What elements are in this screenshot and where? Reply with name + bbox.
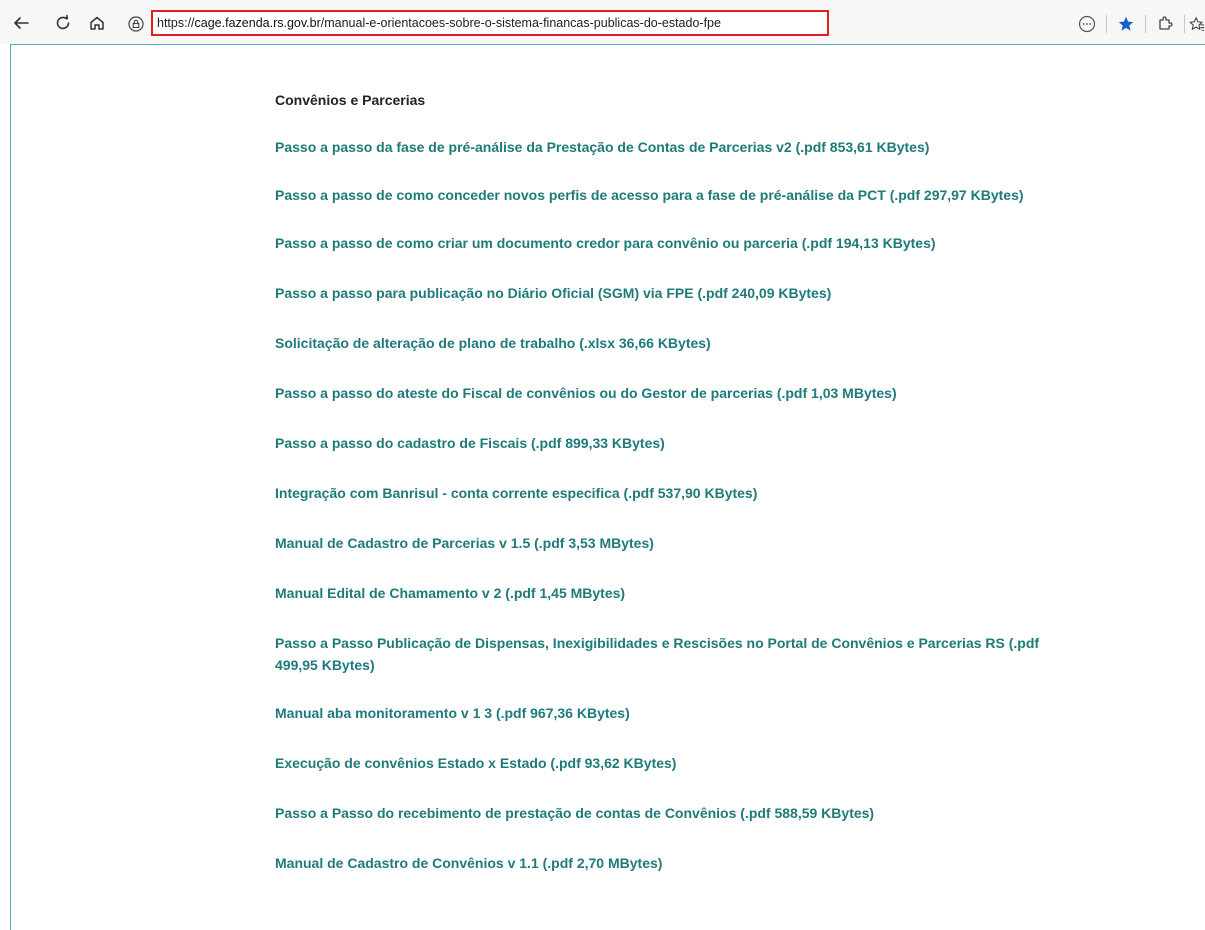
more-icon[interactable]	[1074, 12, 1100, 36]
url-field[interactable]: https://cage.fazenda.rs.gov.br/manual-e-…	[151, 10, 829, 36]
document-link-1[interactable]: Passo a passo da fase de pré-análise da …	[275, 136, 1055, 158]
list-item: Manual de Cadastro de Parcerias v 1.5 (.…	[275, 532, 1055, 554]
list-item: Solicitação de alteração de plano de tra…	[275, 332, 1055, 354]
list-item: Passo a passo da fase de pré-análise da …	[275, 136, 1055, 158]
url-path: /manual-e-orientacoes-sobre-o-sistema-fi…	[320, 16, 721, 30]
extensions-icon[interactable]	[1152, 12, 1178, 36]
document-link-14[interactable]: Passo a Passo do recebimento de prestaçã…	[275, 802, 1055, 824]
document-link-9[interactable]: Manual de Cadastro de Parcerias v 1.5 (.…	[275, 532, 1055, 554]
toolbar-separator	[1145, 15, 1146, 33]
document-link-15[interactable]: Manual de Cadastro de Convênios v 1.1 (.…	[275, 852, 1055, 874]
document-link-7[interactable]: Passo a passo do cadastro de Fiscais (.p…	[275, 432, 1055, 454]
back-arrow-icon[interactable]	[8, 10, 34, 36]
address-bar[interactable]	[126, 12, 150, 36]
home-icon[interactable]	[84, 10, 110, 36]
page-content: Convênios e Parcerias Passo a passo da f…	[275, 90, 1055, 874]
document-link-10[interactable]: Manual Edital de Chamamento v 2 (.pdf 1,…	[275, 582, 1055, 604]
url-prefix: https://	[157, 16, 195, 30]
refresh-icon[interactable]	[50, 10, 76, 36]
list-item: Passo a passo para publicação no Diário …	[275, 282, 1055, 304]
document-link-12[interactable]: Manual aba monitoramento v 1 3 (.pdf 967…	[275, 702, 1055, 724]
section-title: Convênios e Parcerias	[275, 92, 426, 108]
document-link-13[interactable]: Execução de convênios Estado x Estado (.…	[275, 752, 1055, 774]
list-item: Manual aba monitoramento v 1 3 (.pdf 967…	[275, 702, 1055, 724]
list-item: Execução de convênios Estado x Estado (.…	[275, 752, 1055, 774]
list-item: Manual de Cadastro de Convênios v 1.1 (.…	[275, 852, 1055, 874]
document-link-list: Passo a passo da fase de pré-análise da …	[275, 136, 1055, 874]
favorites-icon[interactable]	[1189, 12, 1205, 36]
document-link-3[interactable]: Passo a passo de como criar um documento…	[275, 232, 1055, 254]
browser-toolbar: https://cage.fazenda.rs.gov.br/manual-e-…	[0, 0, 1205, 44]
toolbar-right	[1068, 12, 1205, 36]
site-info-icon[interactable]	[126, 14, 146, 34]
url-text: https://cage.fazenda.rs.gov.br/manual-e-…	[157, 16, 721, 30]
toolbar-separator	[1184, 15, 1185, 33]
document-link-4[interactable]: Passo a passo para publicação no Diário …	[275, 282, 1055, 304]
favorite-star-icon[interactable]	[1113, 12, 1139, 36]
list-item: Passo a passo do ateste do Fiscal de con…	[275, 382, 1055, 404]
list-item: Passo a passo do cadastro de Fiscais (.p…	[275, 432, 1055, 454]
list-item: Passo a Passo do recebimento de prestaçã…	[275, 802, 1055, 824]
list-item: Integração com Banrisul - conta corrente…	[275, 482, 1055, 504]
document-link-2[interactable]: Passo a passo de como conceder novos per…	[275, 184, 1055, 206]
list-item: Passo a passo de como criar um documento…	[275, 232, 1055, 254]
document-link-11[interactable]: Passo a Passo Publicação de Dispensas, I…	[275, 632, 1055, 676]
document-link-8[interactable]: Integração com Banrisul - conta corrente…	[275, 482, 1055, 504]
list-item: Passo a Passo Publicação de Dispensas, I…	[275, 632, 1055, 676]
document-link-6[interactable]: Passo a passo do ateste do Fiscal de con…	[275, 382, 1055, 404]
url-host: cage.fazenda.rs.gov.br	[194, 16, 321, 30]
list-item: Passo a passo de como conceder novos per…	[275, 184, 1055, 206]
list-item: Manual Edital de Chamamento v 2 (.pdf 1,…	[275, 582, 1055, 604]
document-link-5[interactable]: Solicitação de alteração de plano de tra…	[275, 332, 1055, 354]
toolbar-separator	[1106, 15, 1107, 33]
page-frame-left	[10, 44, 11, 930]
page-frame-top	[10, 44, 1205, 45]
